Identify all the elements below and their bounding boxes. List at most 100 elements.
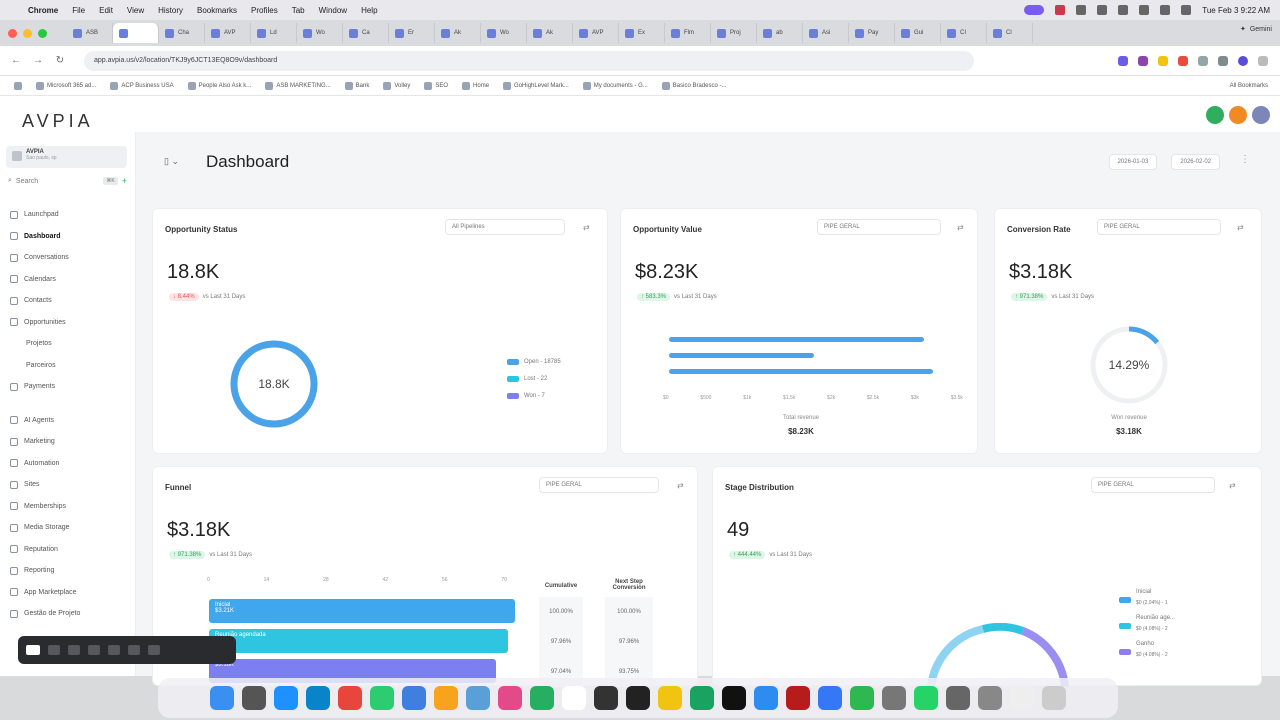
browser-tab[interactable]: Ld	[251, 23, 297, 43]
kebab-menu-icon[interactable]	[1258, 55, 1268, 66]
extension-icon[interactable]	[1138, 55, 1148, 66]
bookmark-item[interactable]: People Also Ask k...	[187, 81, 251, 90]
menu-tab[interactable]: Tab	[292, 6, 305, 15]
sidebar-item-parceiros[interactable]: Parceiros	[0, 355, 135, 377]
numbers-icon[interactable]	[850, 686, 874, 710]
menu-profiles[interactable]: Profiles	[251, 6, 278, 15]
puzzle-icon[interactable]	[1198, 55, 1208, 66]
app-icon[interactable]	[946, 686, 970, 710]
forward-icon[interactable]: →	[32, 55, 44, 66]
menubar-clock[interactable]: Tue Feb 3 9:22 AM	[1202, 6, 1270, 15]
battery-icon[interactable]	[1118, 5, 1129, 15]
menu-history[interactable]: History	[158, 6, 183, 15]
date-end[interactable]: 2026-02-02	[1171, 154, 1220, 170]
status-app-icon[interactable]	[1097, 5, 1108, 15]
browser-tab[interactable]: Proj	[711, 23, 757, 43]
pipeline-select[interactable]: PIPE GERAL	[817, 219, 941, 235]
app-icon[interactable]	[466, 686, 490, 710]
app-icon[interactable]	[978, 686, 1002, 710]
sidebar-item-media-storage[interactable]: Media Storage	[0, 517, 135, 539]
bookmark-item[interactable]: My documents - G...	[582, 81, 648, 90]
sidebar-item-memberships[interactable]: Memberships	[0, 496, 135, 518]
filter-icon[interactable]: ⇄	[1237, 223, 1244, 232]
sidebar-item-gest-o-de-projeto[interactable]: Gestão de Projeto	[0, 603, 135, 625]
browser-tab[interactable]: Ak	[527, 23, 573, 43]
browser-tab[interactable]: Ex	[619, 23, 665, 43]
sidebar-item-sites[interactable]: Sites	[0, 474, 135, 496]
facetime-icon[interactable]	[530, 686, 554, 710]
sidebar-item-conversations[interactable]: Conversations	[0, 247, 135, 269]
pipeline-select[interactable]: PIPE GERAL	[1091, 477, 1215, 493]
bookmark-item[interactable]: GoHighLevel Mark...	[503, 81, 569, 90]
toolbar-button[interactable]	[128, 645, 140, 655]
gemini-button[interactable]: ✦ Gemini	[1240, 25, 1272, 34]
sidebar-item-launchpad[interactable]: Launchpad	[0, 204, 135, 226]
menu-bookmarks[interactable]: Bookmarks	[197, 6, 237, 15]
menu-app-name[interactable]: Chrome	[28, 6, 58, 15]
app-icon[interactable]	[690, 686, 714, 710]
date-start[interactable]: 2026-01-03	[1108, 154, 1158, 170]
bookmark-item[interactable]: SEO	[424, 81, 448, 90]
notes-icon[interactable]	[434, 686, 458, 710]
browser-tab[interactable]: CI	[941, 23, 987, 43]
appstore-icon[interactable]	[818, 686, 842, 710]
extension-icon[interactable]	[1178, 55, 1188, 66]
filter-icon[interactable]: ⇄	[677, 481, 684, 490]
dashboard-options-icon[interactable]: ⋮	[1240, 154, 1250, 165]
launchpad-icon[interactable]	[242, 686, 266, 710]
browser-tab[interactable]: AVP	[205, 23, 251, 43]
wifi-icon[interactable]	[1139, 5, 1150, 15]
sidebar-item-automation[interactable]: Automation	[0, 453, 135, 475]
sidebar-item-projetos[interactable]: Projetos	[0, 333, 135, 355]
filter-icon[interactable]: ⇄	[957, 223, 964, 232]
sidebar-item-reporting[interactable]: Reporting	[0, 560, 135, 582]
browser-tab[interactable]: Pay	[849, 23, 895, 43]
close-window-icon[interactable]	[8, 28, 17, 38]
keynote-icon[interactable]	[754, 686, 778, 710]
sidebar-item-calendars[interactable]: Calendars	[0, 269, 135, 291]
safari-icon[interactable]	[274, 686, 298, 710]
search-icon[interactable]	[1160, 5, 1171, 15]
profile-avatar[interactable]	[1238, 55, 1248, 66]
sidebar-item-app-marketplace[interactable]: App Marketplace	[0, 582, 135, 604]
status-app-icon[interactable]	[1055, 5, 1066, 15]
calendar-icon[interactable]	[562, 686, 586, 710]
toolbar-button[interactable]	[88, 645, 100, 655]
toolbar-button[interactable]	[148, 645, 160, 655]
pipeline-select[interactable]: All Pipelines	[445, 219, 565, 235]
filter-icon[interactable]: ⇄	[583, 223, 590, 232]
browser-tab[interactable]: Wo	[481, 23, 527, 43]
notifications-icon[interactable]	[1229, 106, 1247, 124]
browser-tab[interactable]: ASB	[67, 23, 113, 43]
photos-icon[interactable]	[498, 686, 522, 710]
edge-icon[interactable]	[306, 686, 330, 710]
trash-icon[interactable]	[1042, 686, 1066, 710]
sidebar-item-dashboard[interactable]: Dashboard	[0, 226, 135, 248]
menu-window[interactable]: Window	[319, 6, 347, 15]
chrome-icon[interactable]	[338, 686, 362, 710]
sidepanel-icon[interactable]	[1218, 55, 1228, 66]
menu-view[interactable]: View	[127, 6, 144, 15]
browser-tab[interactable]: AVP	[573, 23, 619, 43]
bookmark-item[interactable]: Home	[462, 81, 489, 90]
sidebar-item-payments[interactable]: Payments	[0, 376, 135, 398]
extension-icon[interactable]	[1118, 55, 1128, 66]
sidebar-item-opportunities[interactable]: Opportunities	[0, 312, 135, 334]
date-range-picker[interactable]: 2026-01-03 2026-02-02	[1108, 154, 1220, 170]
sidebar-item-reputation[interactable]: Reputation	[0, 539, 135, 561]
whatsapp-icon[interactable]	[914, 686, 938, 710]
camera-icon[interactable]	[26, 645, 40, 655]
screen-recording-icon[interactable]	[1024, 5, 1045, 15]
address-bar[interactable]: app.avpia.us/v2/location/TKJ9y6JCT13EQ8O…	[84, 50, 974, 71]
terminal-icon[interactable]	[626, 686, 650, 710]
mail-icon[interactable]	[402, 686, 426, 710]
browser-tab[interactable]: Wo	[297, 23, 343, 43]
all-bookmarks-link[interactable]: All Bookmarks	[1230, 83, 1268, 89]
messages-icon[interactable]	[370, 686, 394, 710]
browser-tab[interactable]: Ak	[435, 23, 481, 43]
browser-tab[interactable]	[113, 23, 159, 43]
toolbar-button[interactable]	[48, 645, 60, 655]
zoom-window-icon[interactable]	[38, 28, 47, 38]
pipeline-select[interactable]: PIPE GERAL	[1097, 219, 1221, 235]
browser-tab[interactable]: Er	[389, 23, 435, 43]
